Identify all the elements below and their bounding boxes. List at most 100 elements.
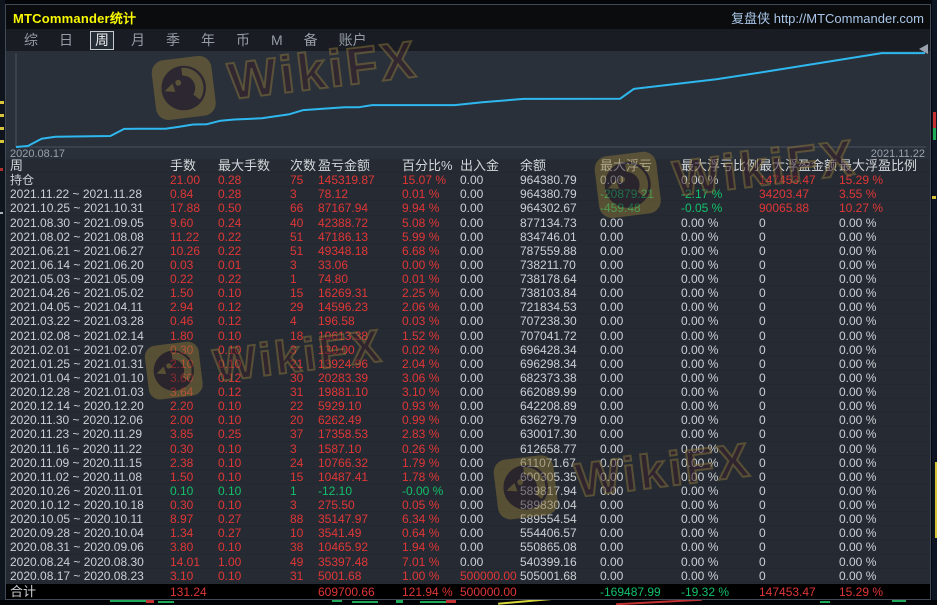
cell: 0.01 % xyxy=(402,187,439,201)
cell: 29 xyxy=(290,300,303,314)
table-row[interactable]: 2020.11.02 ~ 2020.11.081.500.101510487.4… xyxy=(6,470,930,484)
cell: 24 xyxy=(290,456,303,470)
column-header: 出入金 xyxy=(460,159,499,173)
cell: 2020.08.31 ~ 2020.09.06 xyxy=(10,540,144,554)
table-row[interactable]: 2020.11.16 ~ 2020.11.220.300.1031587.100… xyxy=(6,442,930,456)
table-row[interactable]: 2021.04.26 ~ 2021.05.021.500.101516269.3… xyxy=(6,286,930,300)
table-row[interactable]: 2020.12.14 ~ 2020.12.202.200.10225929.10… xyxy=(6,399,930,413)
cell: 787559.88 xyxy=(520,244,577,258)
cell: 0.00 % xyxy=(839,216,876,230)
cell: 2021.03.22 ~ 2021.03.28 xyxy=(10,314,144,328)
cell: 0.00 % xyxy=(402,258,439,272)
cell: 121.94 % xyxy=(402,585,453,599)
menu-item-7[interactable]: 币 xyxy=(232,32,254,49)
table-row[interactable]: 2020.08.24 ~ 2020.08.3014.011.004935397.… xyxy=(6,555,930,569)
table-row[interactable]: 2021.08.30 ~ 2021.09.059.600.244042388.7… xyxy=(6,216,930,230)
table-row[interactable]: 2021.02.01 ~ 2021.02.070.300.103130.000.… xyxy=(6,343,930,357)
cell: 131.24 xyxy=(170,585,207,599)
cell: 0.00 xyxy=(600,427,623,441)
cell: 682373.38 xyxy=(520,371,577,385)
table-row[interactable]: 2021.06.14 ~ 2021.06.200.030.01333.060.0… xyxy=(6,258,930,272)
cell: 2020.11.16 ~ 2020.11.22 xyxy=(10,442,142,456)
cell: 0 xyxy=(759,385,766,399)
table-row[interactable]: 2020.08.17 ~ 2020.08.233.100.10315001.68… xyxy=(6,569,930,583)
cell: 0.27 xyxy=(218,526,241,540)
table-row[interactable]: 2020.11.23 ~ 2020.11.293.850.253717358.5… xyxy=(6,427,930,441)
table-row[interactable]: 2020.12.28 ~ 2021.01.033.640.123119881.1… xyxy=(6,385,930,399)
cell: 0.10 xyxy=(170,484,193,498)
table-row[interactable]: 2020.10.26 ~ 2020.11.010.100.101-12.10-0… xyxy=(6,484,930,498)
cell: 0.00 % xyxy=(839,314,876,328)
cell: 9.94 % xyxy=(402,201,439,215)
cell: 20 xyxy=(290,413,303,427)
menu-item-8[interactable]: M xyxy=(267,32,287,49)
cell: 1 xyxy=(290,272,297,286)
menu-item-9[interactable]: 备 xyxy=(300,32,322,49)
table-row[interactable]: 2020.09.28 ~ 2020.10.041.340.27103541.49… xyxy=(6,526,930,540)
cell: 0.00 xyxy=(600,526,623,540)
table-row[interactable]: 2021.05.03 ~ 2021.05.090.220.22174.800.0… xyxy=(6,272,930,286)
cell: 11.22 xyxy=(170,230,199,244)
menu-item-4[interactable]: 月 xyxy=(127,32,149,49)
cell: 0.10 xyxy=(218,498,241,512)
cell: 0.00 % xyxy=(839,343,876,357)
table-row[interactable]: 2021.06.21 ~ 2021.06.2710.260.225149348.… xyxy=(6,244,930,258)
cell: 0.03 % xyxy=(402,314,439,328)
column-header: 手数 xyxy=(170,159,196,173)
menu-item-10[interactable]: 账户 xyxy=(335,32,371,49)
cell: 0.00 xyxy=(600,555,623,569)
cell: 14.01 xyxy=(170,555,200,569)
cell: 0 xyxy=(759,230,766,244)
cell: 696428.34 xyxy=(520,343,577,357)
table-row[interactable]: 2021.03.22 ~ 2021.03.280.460.124196.580.… xyxy=(6,314,930,328)
cell: 16269.31 xyxy=(318,286,368,300)
table-row[interactable]: 2020.08.31 ~ 2020.09.063.800.103810465.9… xyxy=(6,540,930,554)
cell: 275.50 xyxy=(318,498,355,512)
cell: 0.00 % xyxy=(681,385,718,399)
cell: 2.20 xyxy=(170,399,193,413)
cell: 7.01 % xyxy=(402,555,439,569)
cell: 2021.06.14 ~ 2021.06.20 xyxy=(10,258,144,272)
cell: 0.00 % xyxy=(839,272,876,286)
cell: 2020.12.14 ~ 2020.12.20 xyxy=(10,399,144,413)
cell: 2.94 xyxy=(170,300,193,314)
cell: 10.27 % xyxy=(839,201,883,215)
cell: 0.05 % xyxy=(402,498,439,512)
cell: 0 xyxy=(759,399,766,413)
table-row[interactable]: 持仓21.000.2875145319.8715.07 %0.00964380.… xyxy=(6,173,930,187)
cell: 0.00 xyxy=(600,484,623,498)
cell: 2020.11.09 ~ 2020.11.15 xyxy=(10,456,142,470)
menu-item-3[interactable]: 周 xyxy=(90,31,114,50)
menu-item-2[interactable]: 日 xyxy=(55,32,77,49)
cell: 2020.10.05 ~ 2020.10.11 xyxy=(10,512,143,526)
cell: 0.00 xyxy=(460,201,483,215)
table-row[interactable]: 2020.11.09 ~ 2020.11.152.380.102410766.3… xyxy=(6,456,930,470)
cell: 0.00 xyxy=(600,357,623,371)
cell: 0.00 % xyxy=(839,399,876,413)
cell: 10487.41 xyxy=(318,470,368,484)
table-row[interactable]: 2021.11.22 ~ 2021.11.280.840.28378.120.0… xyxy=(6,187,930,201)
current-value-marker xyxy=(919,44,928,54)
table-row[interactable]: 2021.01.04 ~ 2021.01.103.600.123020283.3… xyxy=(6,371,930,385)
cell: 0.00 xyxy=(600,442,623,456)
table-row[interactable]: 2020.11.30 ~ 2020.12.062.000.10206262.49… xyxy=(6,413,930,427)
menu-item-5[interactable]: 季 xyxy=(162,32,184,49)
table-row[interactable]: 2021.10.25 ~ 2021.10.3117.880.506687167.… xyxy=(6,201,930,215)
table-row[interactable]: 2021.02.08 ~ 2021.02.141.800.101810613.3… xyxy=(6,329,930,343)
brand-link[interactable]: 复盘侠 http://MTCommander.com xyxy=(731,5,924,29)
cell: 0.00 xyxy=(460,399,483,413)
table-row[interactable]: 2021.01.25 ~ 2021.01.312.100.102113924.9… xyxy=(6,357,930,371)
cell: 630017.30 xyxy=(520,427,577,441)
menu-item-6[interactable]: 年 xyxy=(197,32,219,49)
cell: 1.94 % xyxy=(402,540,439,554)
cell: 2.00 xyxy=(170,413,193,427)
cell: 0.00 xyxy=(600,371,623,385)
menu-item-1[interactable]: 综 xyxy=(20,32,42,49)
table-row[interactable]: 2021.04.05 ~ 2021.04.112.940.122914596.2… xyxy=(6,300,930,314)
table-row[interactable]: 2021.08.02 ~ 2021.08.0811.220.225147186.… xyxy=(6,230,930,244)
cell: 0.30 xyxy=(170,343,193,357)
cell: 707041.72 xyxy=(520,329,577,343)
table-row[interactable]: 2020.10.12 ~ 2020.10.180.300.103275.500.… xyxy=(6,498,930,512)
cell: 20283.39 xyxy=(318,371,368,385)
table-row[interactable]: 2020.10.05 ~ 2020.10.118.970.278835147.9… xyxy=(6,512,930,526)
